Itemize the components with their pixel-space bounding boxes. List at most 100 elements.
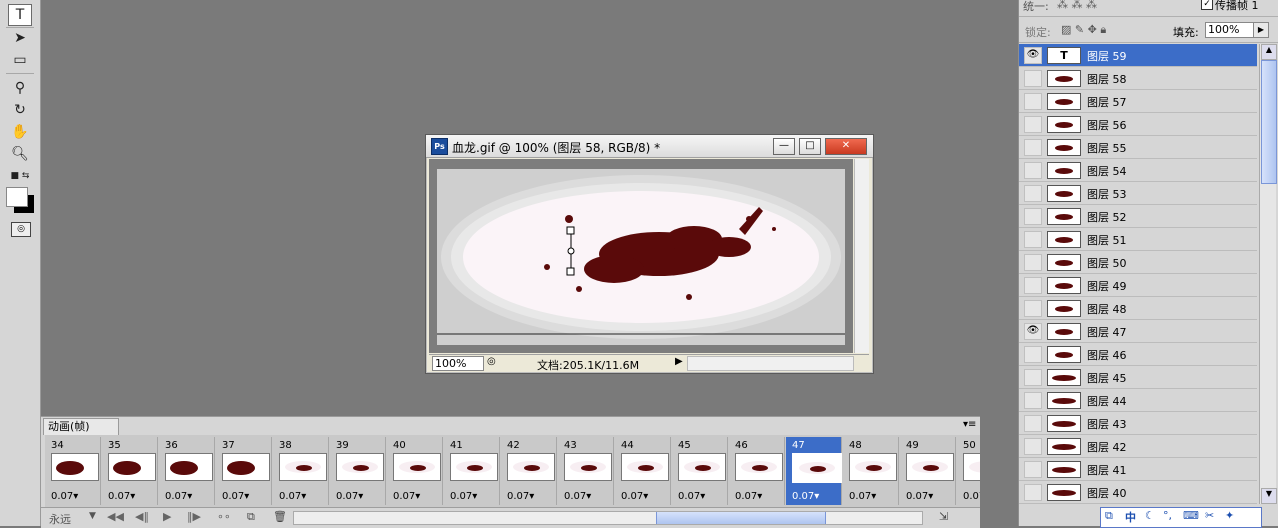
tween-icon[interactable]: ∘∘ — [217, 510, 231, 523]
frames-hscrollbar[interactable] — [293, 511, 923, 525]
type-tool-icon[interactable]: T — [8, 4, 32, 26]
animation-frame[interactable]: 49 0.07▾ — [900, 437, 956, 505]
frame-delay[interactable]: 0.07▾ — [735, 491, 762, 502]
minimize-button[interactable]: — — [773, 138, 795, 155]
animation-frame[interactable]: 41 0.07▾ — [444, 437, 500, 505]
loop-select[interactable]: 永远 — [49, 511, 71, 527]
animation-frame[interactable]: 48 0.07▾ — [843, 437, 899, 505]
propagate-checkbox[interactable]: ✓ — [1201, 0, 1213, 10]
visibility-eye-icon[interactable] — [1024, 162, 1042, 179]
frame-delay[interactable]: 0.07▾ — [222, 491, 249, 502]
animation-frame[interactable]: 39 0.07▾ — [330, 437, 386, 505]
canvas[interactable] — [429, 159, 853, 353]
zoom-tool-icon[interactable]: 🔍︎ — [8, 144, 32, 164]
scroll-up-icon[interactable]: ▲ — [1261, 44, 1277, 60]
frame-delay[interactable]: 0.07▾ — [165, 491, 192, 502]
frame-delay[interactable]: 0.07▾ — [564, 491, 591, 502]
scroll-thumb[interactable] — [656, 512, 826, 524]
animation-frame[interactable]: 35 0.07▾ — [102, 437, 158, 505]
layer-row[interactable]: 图层 56 — [1019, 113, 1257, 136]
frame-delay[interactable]: 0.07▾ — [336, 491, 363, 502]
visibility-eye-icon[interactable]: 👁︎ — [1024, 47, 1042, 64]
frame-delay[interactable]: 0.07▾ — [906, 491, 933, 502]
status-menu-icon[interactable]: ◎ — [487, 356, 496, 367]
doc-vscrollbar[interactable] — [854, 159, 869, 353]
new-frame-icon[interactable]: ⧉ — [247, 510, 255, 524]
frame-delay[interactable]: 0.07▾ — [450, 491, 477, 502]
visibility-eye-icon[interactable] — [1024, 438, 1042, 455]
next-frame-icon[interactable]: ‖▶ — [187, 510, 201, 523]
path-select-tool-icon[interactable]: ➤ — [8, 28, 32, 48]
visibility-eye-icon[interactable] — [1024, 70, 1042, 87]
fill-arrow-icon[interactable]: ▶ — [1253, 22, 1269, 38]
layers-scroll-thumb[interactable] — [1261, 60, 1277, 184]
layer-row[interactable]: 图层 49 — [1019, 274, 1257, 297]
rect-shape-tool-icon[interactable]: ▭ — [8, 50, 32, 70]
maximize-button[interactable]: □ — [799, 138, 821, 155]
visibility-eye-icon[interactable] — [1024, 415, 1042, 432]
layer-row[interactable]: 图层 55 — [1019, 136, 1257, 159]
panel-resize-icon[interactable]: ⇲ — [939, 510, 948, 523]
visibility-eye-icon[interactable] — [1024, 484, 1042, 501]
frame-delay[interactable]: 0.07▾ — [507, 491, 534, 502]
moon-icon[interactable]: ☾ — [1145, 509, 1155, 522]
animation-frame[interactable]: 43 0.07▾ — [558, 437, 614, 505]
layer-row[interactable]: 图层 41 — [1019, 458, 1257, 481]
animation-frame[interactable]: 36 0.07▾ — [159, 437, 215, 505]
layer-row[interactable]: 图层 54 — [1019, 159, 1257, 182]
play-icon[interactable]: ▶ — [163, 510, 171, 523]
frame-delay[interactable]: 0.07▾ — [792, 491, 819, 502]
animation-frame[interactable]: 38 0.07▾ — [273, 437, 329, 505]
layer-row[interactable]: 👁︎ T 图层 59 — [1019, 44, 1257, 67]
fill-input[interactable]: 100% — [1205, 22, 1255, 38]
delete-frame-icon[interactable]: 🗑︎ — [273, 510, 287, 523]
animation-frame[interactable]: 44 0.07▾ — [615, 437, 671, 505]
layer-row[interactable]: 图层 44 — [1019, 389, 1257, 412]
punct-icon[interactable]: °, — [1163, 509, 1172, 522]
layer-row[interactable]: 图层 48 — [1019, 297, 1257, 320]
layer-row[interactable]: 图层 45 — [1019, 366, 1257, 389]
foreground-color-swatch[interactable] — [6, 187, 28, 207]
animation-tab[interactable]: 动画(帧) — [43, 418, 119, 435]
toolbox-icon[interactable]: ✂ — [1205, 509, 1214, 522]
visibility-eye-icon[interactable] — [1024, 231, 1042, 248]
visibility-eye-icon[interactable] — [1024, 208, 1042, 225]
visibility-eye-icon[interactable] — [1024, 277, 1042, 294]
animation-frame[interactable]: 34 0.07▾ — [45, 437, 101, 505]
layer-row[interactable]: 图层 40 — [1019, 481, 1257, 504]
scroll-down-icon[interactable]: ▼ — [1261, 488, 1277, 504]
clone-stamp-tool-icon[interactable]: ⚲ — [8, 78, 32, 98]
frame-delay[interactable]: 0.07▾ — [279, 491, 306, 502]
layer-row[interactable]: 图层 46 — [1019, 343, 1257, 366]
layer-row[interactable]: 图层 42 — [1019, 435, 1257, 458]
frame-delay[interactable]: 0.07▾ — [51, 491, 78, 502]
keyboard-icon[interactable]: ⌨ — [1183, 509, 1199, 522]
layer-row[interactable]: 图层 43 — [1019, 412, 1257, 435]
document-titlebar[interactable]: Ps 血龙.gif @ 100% (图层 58, RGB/8) * — □ ✕ — [426, 135, 873, 158]
zoom-field[interactable]: 100% — [432, 356, 484, 371]
visibility-eye-icon[interactable] — [1024, 93, 1042, 110]
unify-icons[interactable]: ⁂ ⁂ ⁂ — [1057, 0, 1097, 11]
status-arrow-icon[interactable]: ▶ — [675, 356, 683, 367]
visibility-eye-icon[interactable] — [1024, 116, 1042, 133]
layer-row[interactable]: 图层 57 — [1019, 90, 1257, 113]
visibility-eye-icon[interactable] — [1024, 254, 1042, 271]
animation-frame[interactable]: 40 0.07▾ — [387, 437, 443, 505]
settings-icon[interactable]: ✦ — [1225, 509, 1234, 522]
layer-row[interactable]: 图层 51 — [1019, 228, 1257, 251]
animation-frame[interactable]: 37 0.07▾ — [216, 437, 272, 505]
first-frame-icon[interactable]: ◀◀ — [107, 510, 124, 523]
animation-frame[interactable]: 50 0.07▾ — [957, 437, 980, 505]
layer-row[interactable]: 图层 53 — [1019, 182, 1257, 205]
hand-tool-icon[interactable]: ✋ — [8, 122, 32, 142]
frame-delay[interactable]: 0.07▾ — [108, 491, 135, 502]
animation-frame[interactable]: 42 0.07▾ — [501, 437, 557, 505]
visibility-eye-icon[interactable] — [1024, 461, 1042, 478]
history-brush-tool-icon[interactable]: ↻ — [8, 100, 32, 120]
visibility-eye-icon[interactable] — [1024, 185, 1042, 202]
animation-frame[interactable]: 46 0.07▾ — [729, 437, 785, 505]
layers-vscrollbar[interactable]: ▲ ▼ — [1259, 44, 1277, 504]
frame-delay[interactable]: 0.07▾ — [678, 491, 705, 502]
visibility-eye-icon[interactable] — [1024, 300, 1042, 317]
frame-delay[interactable]: 0.07▾ — [963, 491, 980, 502]
